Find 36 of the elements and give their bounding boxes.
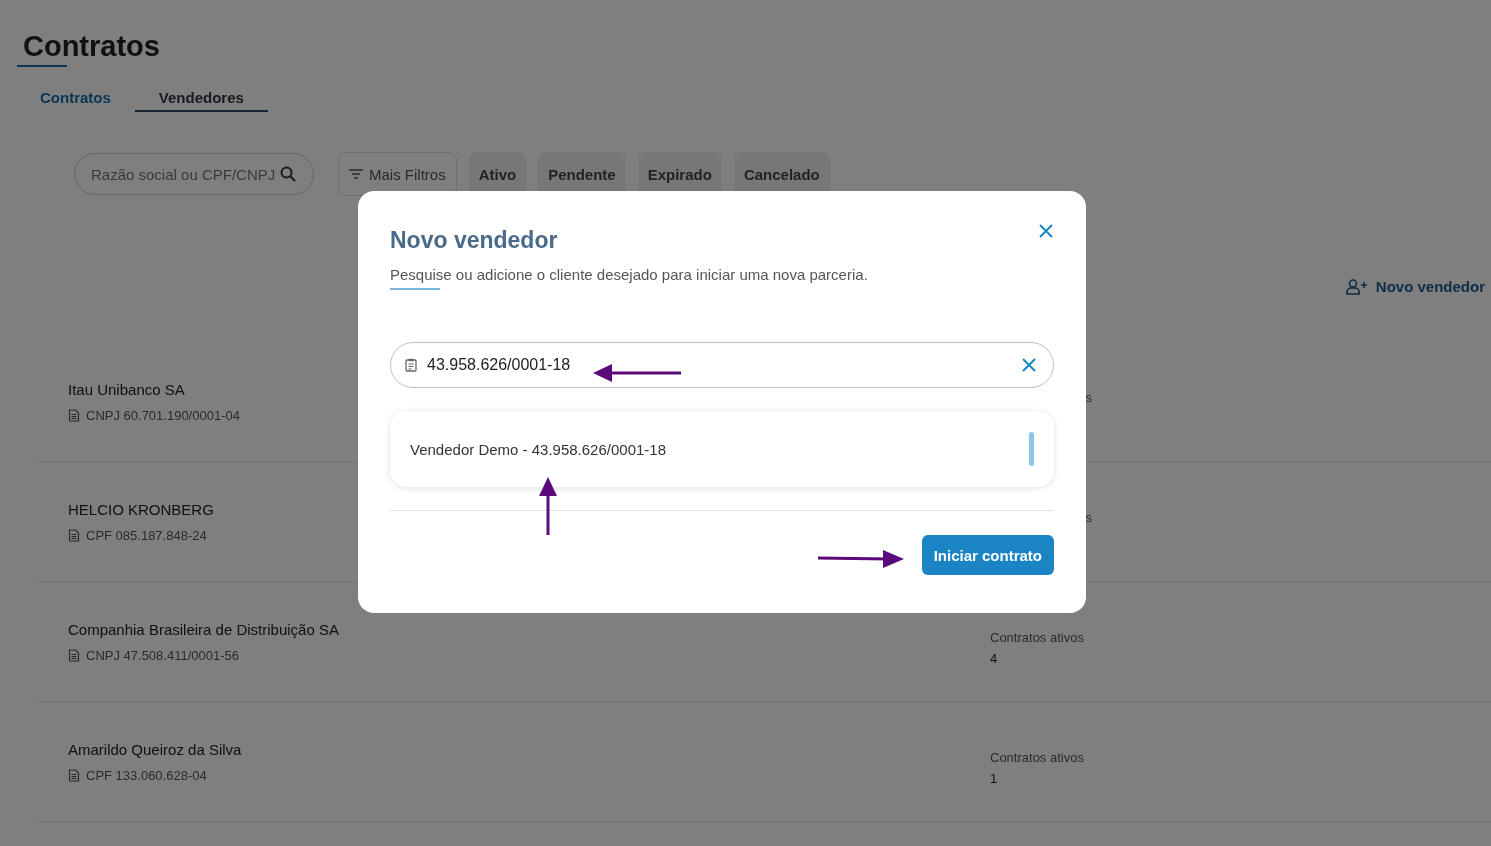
annotation-arrow [539,477,557,535]
start-contract-button[interactable]: Iniciar contrato [921,535,1054,575]
vendor-search-field[interactable]: 43.958.626/0001-18 [390,342,1054,388]
add-user-icon [1345,278,1368,295]
clear-icon[interactable] [1022,358,1036,372]
contract-count: 4 [990,651,999,666]
contract-count: 1 [990,771,999,786]
search-field[interactable]: Razão social ou CPF/CNPJ [74,153,314,195]
close-icon [1038,223,1054,239]
result-item[interactable]: Vendedor Demo - 43.958.626/0001-18 [410,440,1029,458]
document-icon [68,769,80,782]
new-vendor-link[interactable]: Novo vendedor [1345,278,1485,295]
vendor-name: HELCIO KRONBERG [68,501,215,518]
vendor-document: CNPJ 60.701.190/0001-04 [86,408,240,423]
vendor-name: Companhia Brasileira de Distribuição SA [68,621,340,638]
more-filters-button[interactable]: Mais Filtros [338,152,457,196]
stat-label: Contratos ativos [990,750,1085,765]
stat-label: Contratos ativos [990,630,1085,645]
vendor-document: CNPJ 47.508.411/0001-56 [86,648,239,663]
page-title: Contratos [22,30,160,63]
tab[interactable]: Vendedores [134,89,268,112]
vendor-document: CPF 133.060.628-04 [86,768,207,783]
vendor-name: Itau Unibanco SA [68,381,186,398]
document-icon [68,409,80,422]
vendor-document: CPF 085.187.848-24 [86,528,207,543]
stat-label: s [1085,509,1092,525]
tab[interactable]: Contratos [40,89,111,112]
vendor-name: Amarildo Queiroz da Silva [68,741,243,758]
search-icon [280,166,296,182]
stat-label: s [1085,389,1092,405]
filter-icon [349,169,363,179]
clipboard-icon [405,358,417,372]
document-icon [68,529,80,542]
dialog-title: Novo vendedor [390,227,558,254]
dialog-subtitle: Pesquise ou adicione o cliente desejado para iniciar uma nova parceria. [390,266,869,283]
document-icon [68,649,80,662]
